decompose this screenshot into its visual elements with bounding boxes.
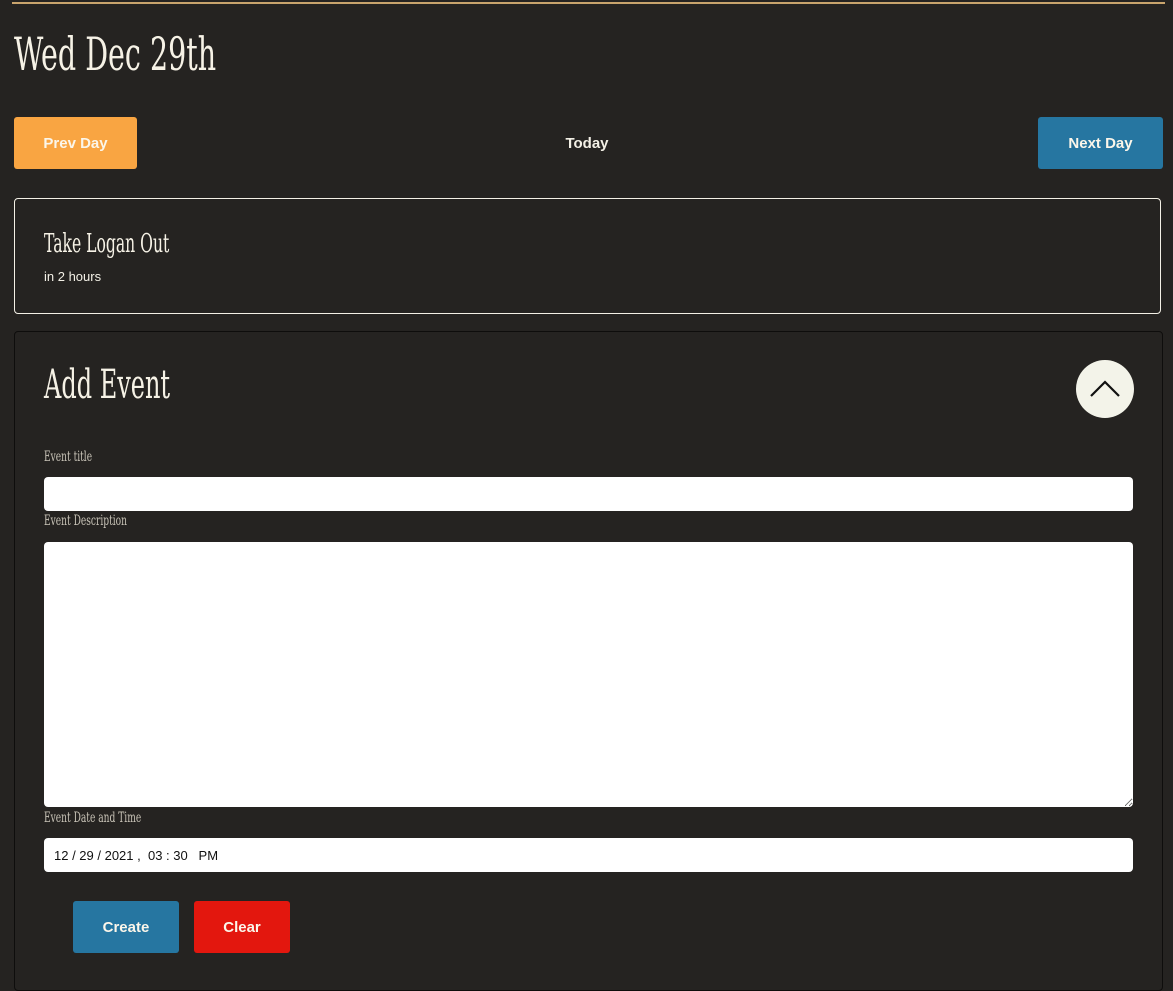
event-datetime-input[interactable]: 12 / 29 / 2021 , 03 : 30 PM bbox=[44, 838, 1133, 872]
add-event-heading: Add Event bbox=[44, 362, 171, 408]
event-description-label: Event Description bbox=[44, 513, 128, 529]
event-description-input[interactable] bbox=[44, 542, 1133, 807]
event-title-label: Event title bbox=[44, 449, 93, 465]
event-title: Take Logan Out bbox=[44, 229, 170, 259]
add-event-panel: Add Event Event title Event Description … bbox=[14, 331, 1163, 991]
header-divider bbox=[12, 2, 1165, 4]
create-button[interactable]: Create bbox=[73, 901, 179, 953]
event-datetime-value: 12 / 29 / 2021 , 03 : 30 PM bbox=[54, 847, 219, 863]
event-title-input[interactable] bbox=[44, 477, 1133, 511]
next-day-button[interactable]: Next Day bbox=[1038, 117, 1163, 169]
clear-button[interactable]: Clear bbox=[194, 901, 290, 953]
today-button[interactable]: Today bbox=[540, 131, 634, 155]
page-title: Wed Dec 29th bbox=[14, 27, 217, 81]
collapse-button[interactable] bbox=[1076, 360, 1134, 418]
event-card[interactable]: Take Logan Out in 2 hours bbox=[14, 198, 1161, 314]
event-relative-time: in 2 hours bbox=[44, 269, 102, 284]
event-datetime-label: Event Date and Time bbox=[44, 810, 142, 826]
chevron-up-icon bbox=[1076, 379, 1134, 399]
prev-day-button[interactable]: Prev Day bbox=[14, 117, 137, 169]
